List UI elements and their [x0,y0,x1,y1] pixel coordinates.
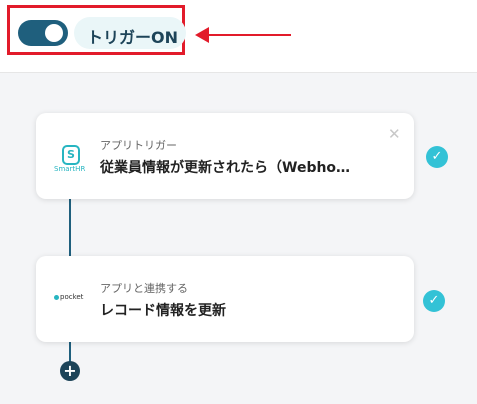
step-subtitle: アプリと連携する [100,282,188,295]
arrow-line [209,34,291,36]
check-icon: ✓ [423,290,445,312]
annotation-arrow [195,27,291,43]
toggle-knob [45,24,63,42]
trigger-status-label: トリガーON [87,28,178,47]
check-icon: ✓ [426,146,448,168]
add-step-button[interactable]: + [60,361,80,381]
flow-step-action[interactable]: pocket アプリと連携する レコード情報を更新 [36,256,414,342]
step-title: 従業員情報が更新されたら（Webho… [100,160,351,176]
close-icon[interactable]: ✕ [388,125,401,143]
pocket-logo: pocket [54,293,83,301]
step-subtitle: アプリトリガー [100,139,177,152]
smarthr-wordmark: SmartHR [54,165,86,173]
smarthr-s-icon: S [62,145,80,165]
flow-step-trigger[interactable]: S SmartHR アプリトリガー 従業員情報が更新されたら（Webho… ✕ [36,113,414,199]
plus-icon: + [63,361,77,380]
smarthr-logo: S SmartHR [54,143,86,177]
arrow-head-icon [195,27,209,43]
trigger-toggle[interactable] [18,20,68,46]
pocket-wordmark: pocket [60,293,84,301]
pocket-dot-icon [54,294,59,300]
step-title: レコード情報を更新 [100,303,226,319]
